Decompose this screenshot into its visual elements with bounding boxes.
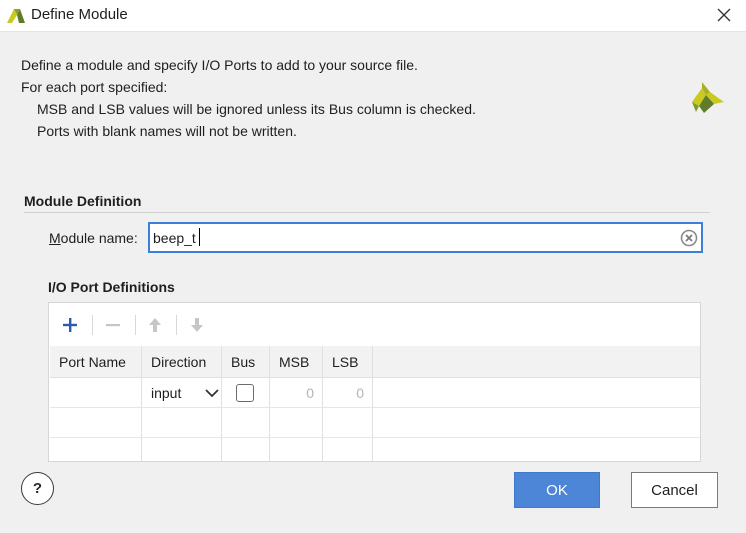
module-name-label-text: odule name: [60,230,138,246]
help-button[interactable]: ? [21,472,54,505]
description-line: For each port specified: [21,79,168,95]
section-divider [24,212,710,213]
lsb-cell[interactable]: 0 [332,385,364,401]
vivado-logo-icon [692,82,724,113]
description-line: Define a module and specify I/O Ports to… [21,57,418,73]
toolbar-separator [92,315,93,335]
module-name-field[interactable] [148,222,703,253]
close-icon[interactable] [714,5,734,25]
remove-port-button[interactable] [100,313,126,337]
bus-checkbox[interactable] [236,384,254,402]
vivado-app-icon [7,9,25,23]
description-line: Ports with blank names will not be writt… [37,123,297,139]
title-divider [0,31,746,32]
toolbar-separator [176,315,177,335]
move-down-button[interactable] [184,313,210,337]
title-bar: Define Module [0,0,746,31]
column-header-bus[interactable]: Bus [231,354,255,370]
table-header: Port Name Direction Bus MSB LSB [50,346,700,378]
io-port-definitions-title: I/O Port Definitions [48,279,175,295]
minus-icon [106,324,120,327]
toolbar-separator [135,315,136,335]
port-grid: Port Name Direction Bus MSB LSB input 0 … [50,346,700,461]
text-caret [199,228,200,246]
plus-icon [63,318,77,332]
window-title: Define Module [31,6,128,23]
description-line: MSB and LSB values will be ignored unles… [37,101,476,117]
description: Define a module and specify I/O Ports to… [21,54,476,142]
column-header-port-name[interactable]: Port Name [59,354,126,370]
table-row [50,408,700,438]
ok-button[interactable]: OK [514,472,600,508]
column-header-msb[interactable]: MSB [279,354,309,370]
clear-icon[interactable] [680,229,698,247]
cancel-button[interactable]: Cancel [631,472,718,508]
module-name-input[interactable] [153,227,673,249]
column-header-direction[interactable]: Direction [151,354,206,370]
table-row[interactable]: input 0 0 [50,378,700,408]
arrow-up-icon [149,318,161,332]
arrow-down-icon [191,318,203,332]
port-toolbar [49,303,700,347]
add-port-button[interactable] [57,313,83,337]
define-module-dialog: Define Module Define a module and specif… [0,0,746,533]
column-header-lsb[interactable]: LSB [332,354,358,370]
module-definition-title: Module Definition [24,193,142,209]
io-port-table-panel: Port Name Direction Bus MSB LSB input 0 … [48,302,701,462]
direction-cell[interactable]: input [151,385,181,401]
move-up-button[interactable] [142,313,168,337]
module-name-label: Module name: [49,230,138,246]
msb-cell[interactable]: 0 [280,385,314,401]
chevron-down-icon[interactable] [205,388,219,398]
module-name-label-mnemonic: M [49,230,61,246]
